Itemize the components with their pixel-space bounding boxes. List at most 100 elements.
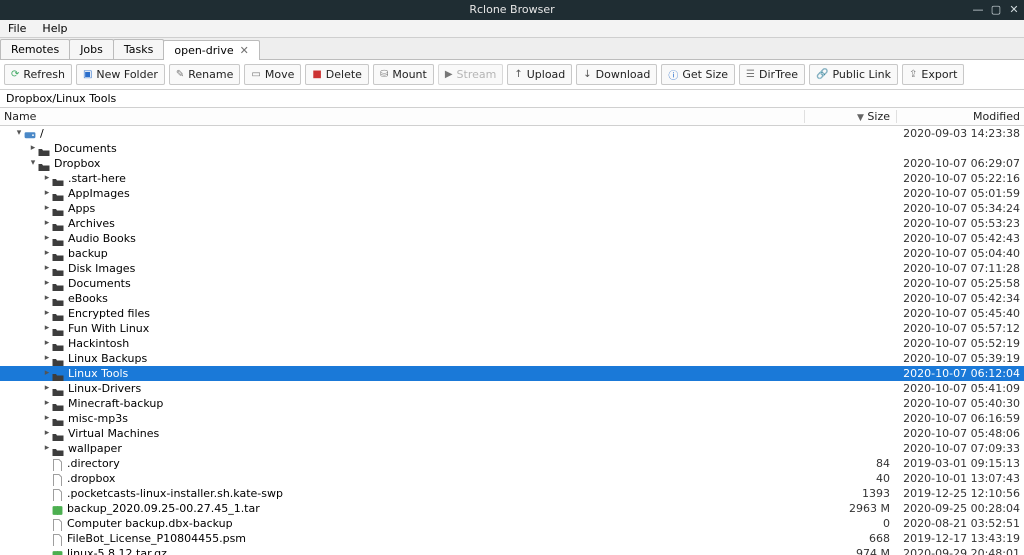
upload-button[interactable]: ↑Upload: [507, 64, 572, 85]
expand-icon[interactable]: ▸: [42, 351, 52, 366]
file-row[interactable]: backup_2020.09.25-00.27.45_1.tar2963 M20…: [0, 501, 1024, 516]
toolbar: ⟳Refresh ▣New Folder ✎Rename ▭Move ■Dele…: [0, 60, 1024, 90]
name-cell: backup_2020.09.25-00.27.45_1.tar: [0, 501, 804, 516]
row-name-label: Audio Books: [68, 231, 136, 246]
expand-icon[interactable]: ▸: [42, 186, 52, 201]
folder-row[interactable]: ▸AppImages2020-10-07 05:01:59: [0, 186, 1024, 201]
folder-row[interactable]: ▸Documents2020-10-07 05:25:58: [0, 276, 1024, 291]
folder-row[interactable]: ▸wallpaper2020-10-07 07:09:33: [0, 441, 1024, 456]
name-cell: ▸Documents: [0, 141, 804, 156]
file-row[interactable]: .pocketcasts-linux-installer.sh.kate-swp…: [0, 486, 1024, 501]
get-size-button[interactable]: ⓘGet Size: [661, 64, 735, 85]
move-button[interactable]: ▭Move: [244, 64, 301, 85]
folder-row[interactable]: ▸Audio Books2020-10-07 05:42:43: [0, 231, 1024, 246]
tab-open-drive[interactable]: open-drive ✕: [163, 40, 259, 60]
tab-tasks[interactable]: Tasks: [113, 39, 164, 59]
path-bar[interactable]: Dropbox/Linux Tools: [0, 90, 1024, 108]
folder-row[interactable]: ▸Archives2020-10-07 05:53:23: [0, 216, 1024, 231]
header-label: Size: [867, 110, 890, 123]
expand-icon[interactable]: ▸: [42, 171, 52, 186]
expand-icon[interactable]: ▸: [42, 261, 52, 276]
expand-icon[interactable]: ▸: [42, 276, 52, 291]
expand-icon[interactable]: ▸: [42, 381, 52, 396]
menu-help[interactable]: Help: [34, 20, 75, 37]
expand-icon[interactable]: ▸: [42, 366, 52, 381]
row-name-label: eBooks: [68, 291, 108, 306]
get-size-icon: ⓘ: [668, 67, 678, 82]
expand-icon[interactable]: ▸: [42, 231, 52, 246]
button-label: Upload: [527, 68, 566, 81]
expand-icon[interactable]: ▸: [42, 216, 52, 231]
path-text: Dropbox/Linux Tools: [6, 92, 116, 105]
button-label: Export: [921, 68, 957, 81]
close-icon[interactable]: ✕: [240, 44, 249, 57]
new-folder-icon: ▣: [83, 69, 92, 80]
expand-icon[interactable]: ▸: [42, 291, 52, 306]
folder-row[interactable]: ▸Documents: [0, 141, 1024, 156]
collapse-icon[interactable]: ▾: [14, 126, 24, 141]
folder-row[interactable]: ▸Fun With Linux2020-10-07 05:57:12: [0, 321, 1024, 336]
expand-icon[interactable]: ▸: [42, 336, 52, 351]
tab-jobs[interactable]: Jobs: [69, 39, 114, 59]
delete-button[interactable]: ■Delete: [305, 64, 369, 85]
row-name-label: .pocketcasts-linux-installer.sh.kate-swp: [67, 486, 283, 501]
file-icon: [52, 457, 63, 470]
header-size[interactable]: ▼ Size: [804, 110, 896, 123]
folder-row[interactable]: ▾/2020-09-03 14:23:38: [0, 126, 1024, 141]
header-name[interactable]: Name: [0, 110, 804, 123]
new-folder-button[interactable]: ▣New Folder: [76, 64, 165, 85]
folder-row[interactable]: ▸Hackintosh2020-10-07 05:52:19: [0, 336, 1024, 351]
window-maximize-button[interactable]: ▢: [990, 0, 1002, 20]
public-link-button[interactable]: 🔗Public Link: [809, 64, 898, 85]
folder-row[interactable]: ▸Linux-Drivers2020-10-07 05:41:09: [0, 381, 1024, 396]
name-cell: ▸misc-mp3s: [0, 411, 804, 426]
expand-icon[interactable]: ▸: [42, 441, 52, 456]
file-row[interactable]: .dropbox402020-10-01 13:07:43: [0, 471, 1024, 486]
expand-icon[interactable]: ▸: [42, 306, 52, 321]
expand-icon[interactable]: ▸: [42, 411, 52, 426]
collapse-icon[interactable]: ▾: [28, 156, 38, 171]
window-minimize-button[interactable]: —: [972, 0, 984, 20]
expand-icon[interactable]: ▸: [42, 246, 52, 261]
tree-icon: ☰: [746, 69, 755, 80]
window-close-button[interactable]: ✕: [1008, 0, 1020, 20]
download-button[interactable]: ↓Download: [576, 64, 657, 85]
folder-row[interactable]: ▸Minecraft-backup2020-10-07 05:40:30: [0, 396, 1024, 411]
file-row[interactable]: FileBot_License_P10804455.psm6682019-12-…: [0, 531, 1024, 546]
refresh-button[interactable]: ⟳Refresh: [4, 64, 72, 85]
file-tree[interactable]: ▾/2020-09-03 14:23:38▸Documents▾Dropbox2…: [0, 126, 1024, 555]
modified-cell: 2020-10-07 07:09:33: [896, 441, 1024, 456]
folder-row[interactable]: ▾Dropbox2020-10-07 06:29:07: [0, 156, 1024, 171]
folder-row[interactable]: ▸backup2020-10-07 05:04:40: [0, 246, 1024, 261]
name-cell: ▸backup: [0, 246, 804, 261]
folder-row[interactable]: ▸Encrypted files2020-10-07 05:45:40: [0, 306, 1024, 321]
mount-button[interactable]: ⛁Mount: [373, 64, 434, 85]
file-row[interactable]: Computer backup.dbx-backup02020-08-21 03…: [0, 516, 1024, 531]
row-name-label: Archives: [68, 216, 115, 231]
folder-row[interactable]: ▸eBooks2020-10-07 05:42:34: [0, 291, 1024, 306]
modified-cell: 2020-10-01 13:07:43: [896, 471, 1024, 486]
folder-row[interactable]: ▸.start-here2020-10-07 05:22:16: [0, 171, 1024, 186]
export-button[interactable]: ⇪Export: [902, 64, 964, 85]
dir-tree-button[interactable]: ☰DirTree: [739, 64, 805, 85]
folder-row[interactable]: ▸Disk Images2020-10-07 07:11:28: [0, 261, 1024, 276]
tab-remotes[interactable]: Remotes: [0, 39, 70, 59]
folder-row[interactable]: ▸Virtual Machines2020-10-07 05:48:06: [0, 426, 1024, 441]
folder-row[interactable]: ▸Linux Tools2020-10-07 06:12:04: [0, 366, 1024, 381]
expand-icon[interactable]: ▸: [42, 396, 52, 411]
folder-row[interactable]: ▸Linux Backups2020-10-07 05:39:19: [0, 351, 1024, 366]
expand-icon[interactable]: ▸: [42, 426, 52, 441]
folder-icon: [52, 249, 64, 259]
rename-button[interactable]: ✎Rename: [169, 64, 241, 85]
menu-file[interactable]: File: [0, 20, 34, 37]
expand-icon[interactable]: ▸: [42, 321, 52, 336]
header-modified[interactable]: Modified: [896, 110, 1024, 123]
folder-row[interactable]: ▸misc-mp3s2020-10-07 06:16:59: [0, 411, 1024, 426]
file-row[interactable]: .directory842019-03-01 09:15:13: [0, 456, 1024, 471]
expand-icon[interactable]: ▸: [42, 201, 52, 216]
file-row[interactable]: linux-5.8.12.tar.gz974 M2020-09-29 20:48…: [0, 546, 1024, 555]
name-cell: ▸Apps: [0, 201, 804, 216]
folder-row[interactable]: ▸Apps2020-10-07 05:34:24: [0, 201, 1024, 216]
expand-icon[interactable]: ▸: [28, 141, 38, 156]
folder-icon: [52, 294, 64, 304]
